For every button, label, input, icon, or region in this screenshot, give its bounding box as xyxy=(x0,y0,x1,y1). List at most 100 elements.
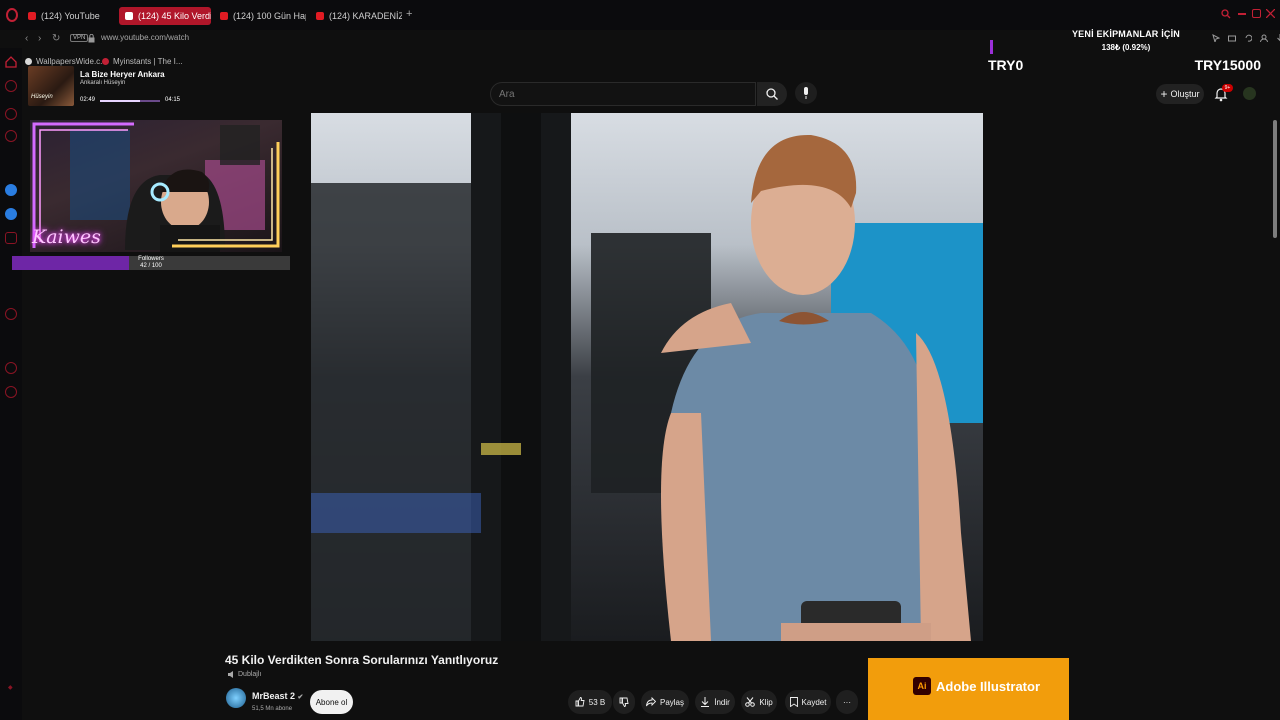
minimize-icon[interactable] xyxy=(1238,13,1246,15)
dub-badge: Dublajlı xyxy=(228,671,261,678)
sidebar-app-icon[interactable] xyxy=(5,130,17,142)
song-title: La Bize Heryer Ankara xyxy=(80,70,165,79)
notification-badge: 9+ xyxy=(1222,84,1233,92)
subscribe-button[interactable]: Abone ol xyxy=(310,690,353,714)
lock-icon[interactable] xyxy=(88,34,95,43)
url-text[interactable]: www.youtube.com/watch xyxy=(101,33,189,42)
search-input[interactable] xyxy=(499,89,739,100)
dub-label: Dublajlı xyxy=(238,671,262,678)
voice-search-button[interactable] xyxy=(795,82,817,104)
search-icon xyxy=(766,88,778,100)
reload-icon[interactable]: ↻ xyxy=(52,33,60,44)
tab-youtube[interactable]: (124) YouTube xyxy=(22,7,114,25)
youtube-favicon-icon xyxy=(220,12,228,20)
song-progress-fill xyxy=(100,100,140,102)
donation-progress-text: 138₺ (0.92%) xyxy=(1101,43,1151,52)
channel-avatar[interactable] xyxy=(226,688,246,708)
new-tab-button[interactable]: + xyxy=(406,8,412,20)
tab-karadeniz[interactable]: (124) KARADENİZ BÖLGE xyxy=(310,7,402,25)
donation-max: TRY15000 xyxy=(1194,57,1261,73)
telegram-icon[interactable] xyxy=(5,208,17,220)
player-icon[interactable] xyxy=(5,308,17,320)
now-playing-widget: Hüseyin La Bize Heryer Ankara Ankaralı H… xyxy=(28,66,184,110)
download-icon[interactable] xyxy=(1276,34,1280,42)
bookmark-wallpaperswide[interactable]: WallpapersWide.c... xyxy=(25,57,107,66)
history-icon[interactable] xyxy=(5,362,17,374)
create-button[interactable]: + Oluştur xyxy=(1156,84,1204,104)
like-button[interactable]: 53 B xyxy=(568,690,612,714)
bookmark-label: WallpapersWide.c... xyxy=(36,57,107,66)
vpn-badge[interactable]: VPN xyxy=(70,34,89,42)
song-progress-bar xyxy=(100,100,160,102)
streamer-name: Kaiwes xyxy=(32,226,101,248)
search-button[interactable] xyxy=(757,82,787,106)
save-button[interactable]: Kaydet xyxy=(785,690,831,714)
like-icon xyxy=(575,697,585,707)
youtube-favicon-icon xyxy=(316,12,324,20)
sidebar-footer-icon[interactable]: ◆ xyxy=(8,684,13,691)
create-label: Oluştur xyxy=(1170,89,1200,99)
channel-name[interactable]: MrBeast 2 ✔ xyxy=(252,691,303,701)
album-art: Hüseyin xyxy=(28,66,74,106)
webcam-overlay: Kaiwes xyxy=(30,120,282,252)
maximize-icon[interactable] xyxy=(1252,9,1261,18)
tab-label: (124) KARADENİZ BÖLGE xyxy=(329,11,402,21)
bookmark-myinstants[interactable]: Myinstants | The I... xyxy=(102,57,183,66)
account-avatar[interactable] xyxy=(1243,87,1256,100)
scissors-icon xyxy=(745,697,756,707)
instagram-icon[interactable] xyxy=(5,232,17,244)
donation-title: YENİ EKİPMANLAR İÇİN xyxy=(1071,29,1180,39)
tab-current-video[interactable]: (124) 45 Kilo Verdikt xyxy=(119,7,211,25)
ad-text: Adobe Illustrator xyxy=(936,679,1041,694)
search-tabs-icon[interactable] xyxy=(1221,9,1231,19)
donation-min: TRY0 xyxy=(988,57,1024,73)
browser-sidebar xyxy=(0,48,22,720)
tab-label: (124) 100 Gün Hapishane xyxy=(233,11,306,21)
song-artist: Ankaralı Hüseyin xyxy=(80,80,126,86)
more-actions-button[interactable]: ··· xyxy=(836,690,858,714)
clip-button[interactable]: Klip xyxy=(741,690,777,714)
back-icon[interactable]: ‹ xyxy=(25,33,28,44)
download-button[interactable]: İndir xyxy=(695,690,735,714)
download-label: İndir xyxy=(714,697,730,707)
share-icon xyxy=(646,697,656,707)
home-icon[interactable] xyxy=(5,56,17,68)
like-count: 53 B xyxy=(588,697,606,707)
bookmark-favicon-icon xyxy=(25,58,32,65)
page-scrollbar[interactable] xyxy=(1273,120,1277,640)
youtube-favicon-icon xyxy=(28,12,36,20)
followers-label: Followers xyxy=(138,256,164,262)
youtube-favicon-icon xyxy=(125,12,133,20)
video-title: 45 Kilo Verdikten Sonra Sorularınızı Yan… xyxy=(225,653,499,667)
settings-icon[interactable] xyxy=(5,386,17,398)
followers-count: 42 / 100 xyxy=(140,263,162,269)
bookmark-label: Myinstants | The I... xyxy=(113,57,183,66)
adobe-illustrator-ad[interactable]: Ai Adobe Illustrator xyxy=(868,658,1069,720)
total-time: 04:15 xyxy=(165,97,181,103)
microphone-icon xyxy=(804,87,808,99)
followers-goal-bar: Followers 42 / 100 xyxy=(12,256,290,270)
scrollbar-thumb[interactable] xyxy=(1273,120,1277,238)
bookmark-favicon-icon xyxy=(102,58,109,65)
dislike-icon xyxy=(619,697,629,707)
messenger-icon[interactable] xyxy=(5,184,17,196)
donation-goal-overlay: YENİ EKİPMANLAR İÇİN 138₺ (0.92%) TRY0 T… xyxy=(988,26,1264,76)
forward-icon[interactable]: › xyxy=(38,33,41,44)
sidebar-app-icon[interactable] xyxy=(5,80,17,92)
dislike-button[interactable] xyxy=(613,690,635,714)
opera-logo-icon[interactable] xyxy=(6,8,18,22)
clip-label: Klip xyxy=(759,697,773,707)
bookmark-icon xyxy=(789,697,798,707)
tab-hapishane[interactable]: (124) 100 Gün Hapishane xyxy=(214,7,306,25)
share-button[interactable]: Paylaş xyxy=(641,690,689,714)
plus-icon: + xyxy=(1160,87,1168,101)
close-icon[interactable] xyxy=(1266,9,1275,18)
tab-label: (124) 45 Kilo Verdikt xyxy=(138,11,211,21)
search-box[interactable] xyxy=(490,82,756,106)
sidebar-app-icon[interactable] xyxy=(5,108,17,120)
download-icon xyxy=(701,697,710,707)
share-label: Paylaş xyxy=(659,697,684,707)
video-frame xyxy=(311,113,983,641)
verified-icon: ✔ xyxy=(297,694,304,701)
video-player[interactable] xyxy=(311,113,983,641)
